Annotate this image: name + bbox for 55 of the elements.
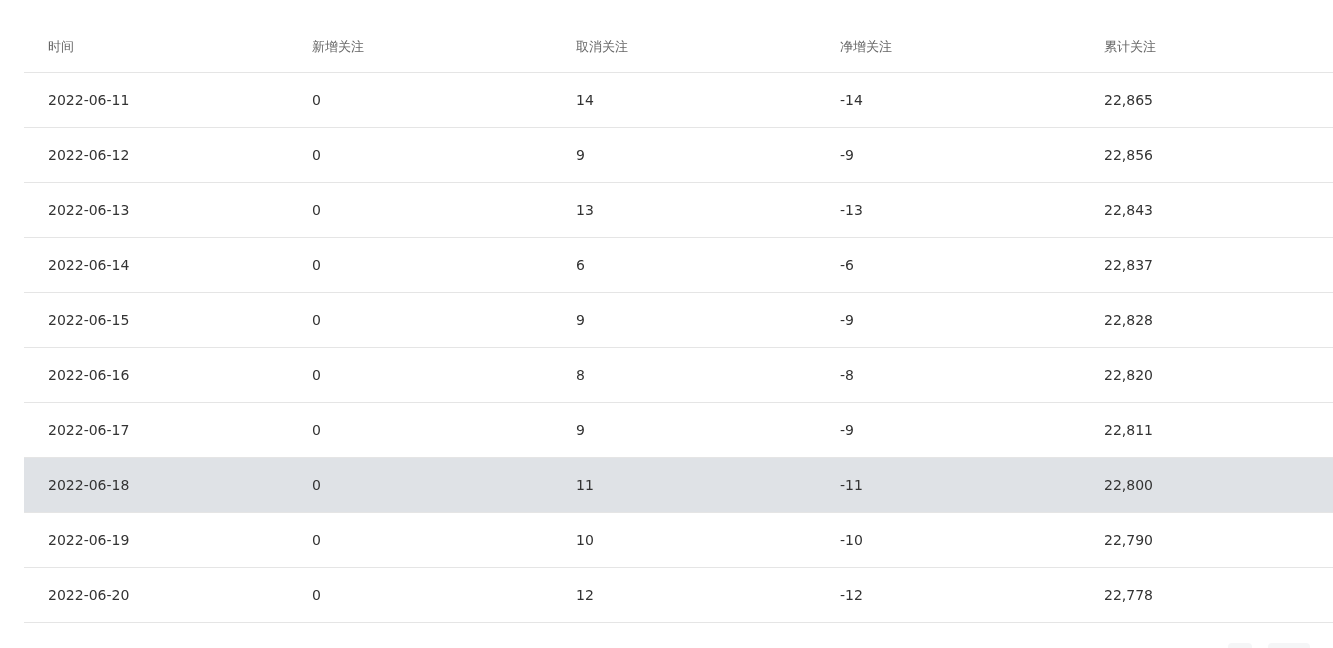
table-cell: 11 <box>576 476 594 493</box>
table-cell: 12 <box>576 586 594 603</box>
table-cell: 22,820 <box>1104 366 1153 383</box>
table-cell: 14 <box>576 91 594 108</box>
table-cell: -12 <box>840 586 863 603</box>
column-header: 时间 <box>48 38 74 54</box>
table-cell: 22,800 <box>1104 476 1153 493</box>
table-cell: 9 <box>576 146 585 163</box>
table-cell: 2022-06-17 <box>48 421 130 438</box>
table-cell: 9 <box>576 421 585 438</box>
table-cell: 0 <box>312 531 321 548</box>
table-cell: 2022-06-13 <box>48 201 130 218</box>
table-cell: 22,837 <box>1104 256 1153 273</box>
table-cell: 22,778 <box>1104 586 1153 603</box>
table-cell: 0 <box>312 586 321 603</box>
table-cell: 0 <box>312 476 321 493</box>
table-cell: -10 <box>840 531 863 548</box>
table-cell: 0 <box>312 366 321 383</box>
table-cell: 2022-06-14 <box>48 256 130 273</box>
table-cell: 9 <box>576 311 585 328</box>
column-header: 累计关注 <box>1104 38 1156 54</box>
table-cell: 2022-06-16 <box>48 366 130 383</box>
table-cell: 22,790 <box>1104 531 1153 548</box>
table-cell: 0 <box>312 91 321 108</box>
table-cell: 22,811 <box>1104 421 1153 438</box>
table-cell: -9 <box>840 421 854 438</box>
table-cell: 22,856 <box>1104 146 1153 163</box>
table-cell: 2022-06-18 <box>48 476 130 493</box>
table-cell: 0 <box>312 256 321 273</box>
table-cell: 2022-06-12 <box>48 146 130 163</box>
table-cell: 2022-06-20 <box>48 586 130 603</box>
table-cell: 8 <box>576 366 585 383</box>
table-cell: 22,865 <box>1104 91 1153 108</box>
table-cell: -9 <box>840 311 854 328</box>
table-cell: 6 <box>576 256 585 273</box>
table-cell: -9 <box>840 146 854 163</box>
table-cell: 13 <box>576 201 594 218</box>
table-cell: 2022-06-19 <box>48 531 130 548</box>
table-cell: 0 <box>312 421 321 438</box>
column-header: 净增关注 <box>840 38 892 54</box>
table-cell: -13 <box>840 201 863 218</box>
table-cell: 0 <box>312 311 321 328</box>
table-cell: -11 <box>840 476 863 493</box>
table-cell: 10 <box>576 531 594 548</box>
table-cell: 22,828 <box>1104 311 1153 328</box>
table-cell: -8 <box>840 366 854 383</box>
table-cell: 0 <box>312 201 321 218</box>
table-cell: -6 <box>840 256 854 273</box>
table-cell: 22,843 <box>1104 201 1153 218</box>
column-header: 取消关注 <box>576 38 628 54</box>
table-cell: 2022-06-11 <box>48 91 130 108</box>
column-header: 新增关注 <box>312 38 364 54</box>
table-cell: 2022-06-15 <box>48 311 130 328</box>
table-cell: 0 <box>312 146 321 163</box>
table-cell: -14 <box>840 91 863 108</box>
